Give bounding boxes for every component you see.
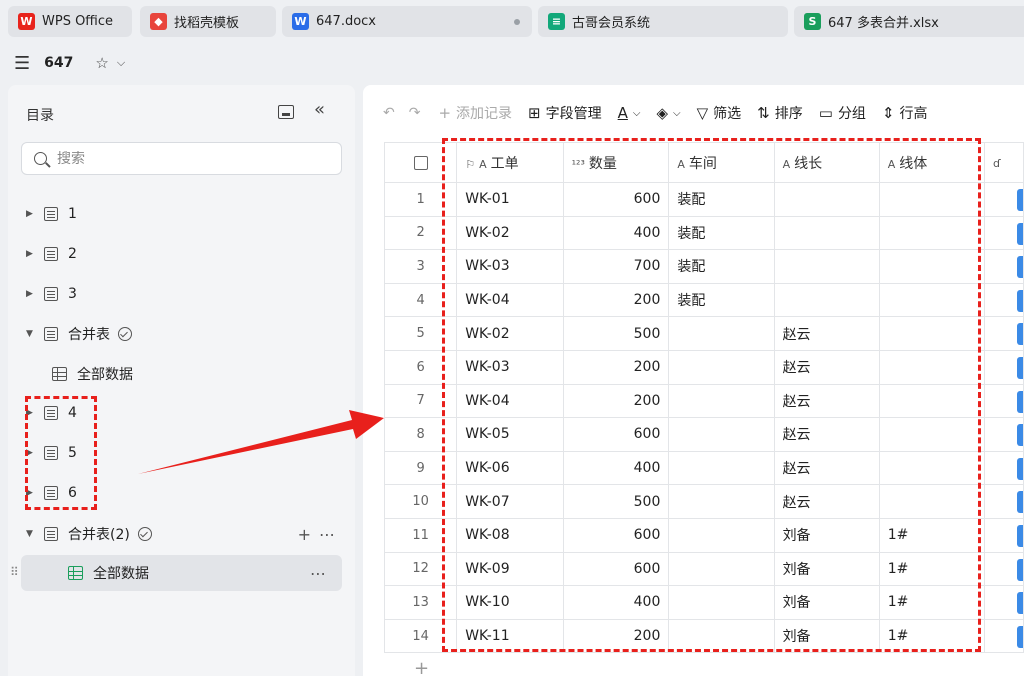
annotation-arrow xyxy=(138,410,384,474)
